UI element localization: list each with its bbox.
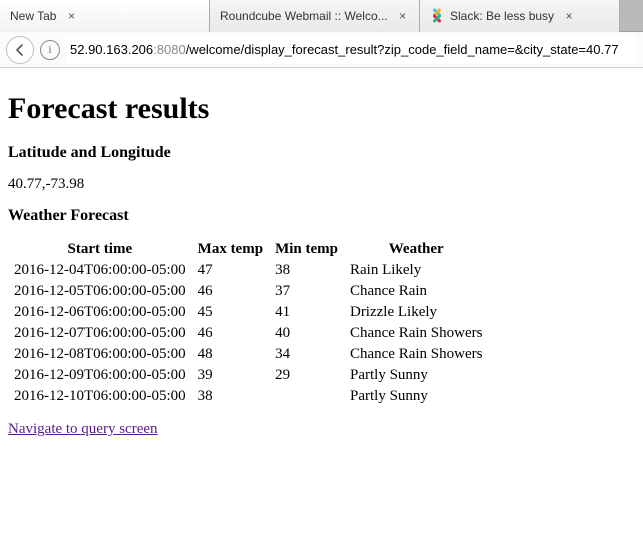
table-row: 2016-12-06T06:00:00-05:004541Drizzle Lik… bbox=[8, 302, 488, 323]
cell-weather: Chance Rain Showers bbox=[344, 323, 488, 344]
page-title: Forecast results bbox=[8, 92, 635, 126]
tab-label: Roundcube Webmail :: Welco... bbox=[220, 9, 388, 23]
tab-label: New Tab bbox=[10, 9, 56, 23]
back-button[interactable] bbox=[6, 36, 34, 64]
table-row: 2016-12-07T06:00:00-05:004640Chance Rain… bbox=[8, 323, 488, 344]
col-start-time: Start time bbox=[8, 239, 192, 260]
navigate-query-link[interactable]: Navigate to query screen bbox=[8, 421, 158, 438]
table-header-row: Start time Max temp Min temp Weather bbox=[8, 239, 488, 260]
cell-max: 46 bbox=[192, 281, 269, 302]
cell-weather: Partly Sunny bbox=[344, 365, 488, 386]
page-content: Forecast results Latitude and Longitude … bbox=[0, 68, 643, 438]
cell-max: 46 bbox=[192, 323, 269, 344]
col-min-temp: Min temp bbox=[269, 239, 344, 260]
table-row: 2016-12-05T06:00:00-05:004637Chance Rain bbox=[8, 281, 488, 302]
latlon-value: 40.77,-73.98 bbox=[8, 176, 635, 193]
address-bar[interactable]: 52.90.163.206:8080/welcome/display_forec… bbox=[66, 36, 637, 64]
cell-start: 2016-12-04T06:00:00-05:00 bbox=[8, 260, 192, 281]
table-row: 2016-12-04T06:00:00-05:004738Rain Likely bbox=[8, 260, 488, 281]
cell-max: 38 bbox=[192, 386, 269, 407]
cell-weather: Chance Rain bbox=[344, 281, 488, 302]
close-icon[interactable]: × bbox=[562, 9, 576, 23]
forecast-tbody: 2016-12-04T06:00:00-05:004738Rain Likely… bbox=[8, 260, 488, 407]
url-path: /welcome/display_forecast_result?zip_cod… bbox=[186, 42, 619, 57]
cell-max: 45 bbox=[192, 302, 269, 323]
cell-max: 48 bbox=[192, 344, 269, 365]
col-max-temp: Max temp bbox=[192, 239, 269, 260]
cell-start: 2016-12-07T06:00:00-05:00 bbox=[8, 323, 192, 344]
cell-min: 41 bbox=[269, 302, 344, 323]
url-host: 52.90.163.206 bbox=[70, 42, 153, 57]
cell-weather: Drizzle Likely bbox=[344, 302, 488, 323]
tab-2[interactable]: Slack: Be less busy × bbox=[420, 0, 620, 32]
section-latlon-heading: Latitude and Longitude bbox=[8, 144, 635, 162]
cell-min: 40 bbox=[269, 323, 344, 344]
close-icon[interactable]: × bbox=[396, 9, 410, 23]
cell-start: 2016-12-10T06:00:00-05:00 bbox=[8, 386, 192, 407]
tab-label: Slack: Be less busy bbox=[450, 9, 554, 23]
cell-min: 29 bbox=[269, 365, 344, 386]
table-row: 2016-12-10T06:00:00-05:0038 Partly Sunny bbox=[8, 386, 488, 407]
cell-weather: Chance Rain Showers bbox=[344, 344, 488, 365]
nav-toolbar: i 52.90.163.206:8080/welcome/display_for… bbox=[0, 32, 643, 68]
site-info-icon[interactable]: i bbox=[40, 40, 60, 60]
cell-min: 37 bbox=[269, 281, 344, 302]
table-row: 2016-12-09T06:00:00-05:003929Partly Sunn… bbox=[8, 365, 488, 386]
tab-bar: New Tab × Roundcube Webmail :: Welco... … bbox=[0, 0, 643, 32]
url-port: :8080 bbox=[153, 42, 186, 57]
cell-max: 47 bbox=[192, 260, 269, 281]
cell-start: 2016-12-05T06:00:00-05:00 bbox=[8, 281, 192, 302]
cell-weather: Rain Likely bbox=[344, 260, 488, 281]
cell-start: 2016-12-09T06:00:00-05:00 bbox=[8, 365, 192, 386]
table-row: 2016-12-08T06:00:00-05:004834Chance Rain… bbox=[8, 344, 488, 365]
close-icon[interactable]: × bbox=[64, 9, 78, 23]
cell-min: 34 bbox=[269, 344, 344, 365]
section-forecast-heading: Weather Forecast bbox=[8, 207, 635, 225]
cell-start: 2016-12-08T06:00:00-05:00 bbox=[8, 344, 192, 365]
tab-1[interactable]: Roundcube Webmail :: Welco... × bbox=[210, 0, 420, 32]
cell-min: 38 bbox=[269, 260, 344, 281]
cell-min bbox=[269, 386, 344, 407]
col-weather: Weather bbox=[344, 239, 488, 260]
forecast-table: Start time Max temp Min temp Weather 201… bbox=[8, 239, 488, 407]
tab-0[interactable]: New Tab × bbox=[0, 0, 210, 32]
cell-start: 2016-12-06T06:00:00-05:00 bbox=[8, 302, 192, 323]
arrow-left-icon bbox=[13, 43, 27, 57]
cell-max: 39 bbox=[192, 365, 269, 386]
cell-weather: Partly Sunny bbox=[344, 386, 488, 407]
slack-favicon-icon bbox=[430, 9, 444, 23]
